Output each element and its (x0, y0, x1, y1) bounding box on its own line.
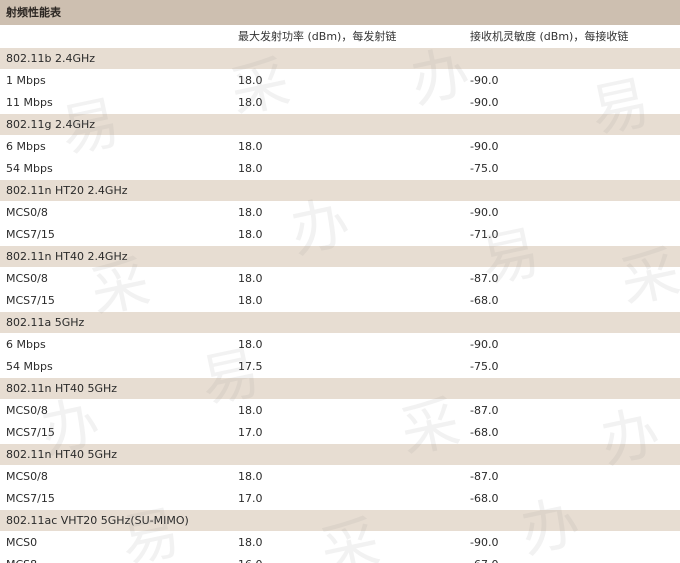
tx-power-cell: 18.0 (238, 294, 263, 307)
table-row: 11 Mbps 18.0 -90.0 (0, 92, 680, 114)
tx-power-cell: 18.0 (238, 404, 263, 417)
group-row: 802.11g 2.4GHz (0, 114, 680, 136)
tx-power-cell: 17.5 (238, 360, 263, 373)
group-label: 802.11n HT40 2.4GHz (6, 250, 128, 263)
group-label: 802.11n HT40 5GHz (6, 448, 118, 461)
rx-sensitivity-cell: -87.0 (470, 470, 499, 483)
header-max-tx-power: 最大发射功率 (dBm)，每发射链 (238, 30, 397, 43)
rx-sensitivity-cell: -90.0 (470, 140, 499, 153)
group-label: 802.11b 2.4GHz (6, 52, 96, 65)
tx-power-cell: 16.0 (238, 554, 263, 563)
rx-sensitivity-cell: -68.0 (470, 294, 499, 307)
rx-sensitivity-cell: -90.0 (470, 206, 499, 219)
group-row: 802.11n HT20 2.4GHz (0, 180, 680, 202)
rx-sensitivity-cell: -71.0 (470, 228, 499, 241)
table-row: MCS7/15 18.0 -71.0 (0, 224, 680, 246)
rate-cell: MCS7/15 (6, 492, 55, 505)
tx-power-cell: 18.0 (238, 74, 263, 87)
table-row: MCS0/8 18.0 -87.0 (0, 466, 680, 488)
tx-power-cell: 18.0 (238, 162, 263, 175)
tx-power-cell: 18.0 (238, 272, 263, 285)
table-row: 1 Mbps 18.0 -90.0 (0, 70, 680, 92)
rate-cell: 6 Mbps (6, 140, 46, 153)
table-row: 54 Mbps 18.0 -75.0 (0, 158, 680, 180)
group-row: 802.11b 2.4GHz (0, 48, 680, 70)
rate-cell: 6 Mbps (6, 338, 46, 351)
tx-power-cell: 18.0 (238, 96, 263, 109)
tx-power-cell: 18.0 (238, 338, 263, 351)
table-row: MCS7/15 18.0 -68.0 (0, 290, 680, 312)
rate-cell: MCS0/8 (6, 272, 48, 285)
group-row: 802.11n HT40 5GHz (0, 444, 680, 466)
rate-cell: MCS7/15 (6, 426, 55, 439)
table-row: 6 Mbps 18.0 -90.0 (0, 334, 680, 356)
group-row: 802.11ac VHT20 5GHz(SU-MIMO) (0, 510, 680, 532)
rx-sensitivity-cell: -90.0 (470, 96, 499, 109)
table-row: MCS7/15 17.0 -68.0 (0, 422, 680, 444)
table-row: MCS0/8 18.0 -87.0 (0, 268, 680, 290)
table-title: 射频性能表 (6, 6, 61, 19)
table-body: 802.11b 2.4GHz 1 Mbps 18.0 -90.0 11 Mbps 18.0… (0, 48, 680, 563)
table-row: 6 Mbps 18.0 -90.0 (0, 136, 680, 158)
tx-power-cell: 18.0 (238, 228, 263, 241)
rate-cell: 11 Mbps (6, 96, 53, 109)
table-row: 54 Mbps 17.5 -75.0 (0, 356, 680, 378)
rate-cell: MCS0/8 (6, 404, 48, 417)
rate-cell: MCS7/15 (6, 228, 55, 241)
rx-sensitivity-cell: -87.0 (470, 404, 499, 417)
tx-power-cell: 18.0 (238, 470, 263, 483)
group-label: 802.11g 2.4GHz (6, 118, 96, 131)
rx-sensitivity-cell: -75.0 (470, 360, 499, 373)
tx-power-cell: 18.0 (238, 536, 263, 549)
group-row: 802.11n HT40 5GHz (0, 378, 680, 400)
table-row: MCS8 16.0 -67.0 (0, 554, 680, 563)
rate-cell: 1 Mbps (6, 74, 46, 87)
table-row: MCS0/8 18.0 -90.0 (0, 202, 680, 224)
rate-cell: MCS0/8 (6, 470, 48, 483)
group-label: 802.11a 5GHz (6, 316, 85, 329)
group-label: 802.11n HT20 2.4GHz (6, 184, 128, 197)
tx-power-cell: 18.0 (238, 140, 263, 153)
tx-power-cell: 17.0 (238, 492, 263, 505)
table-title-row: 射频性能表 (0, 0, 680, 26)
rx-sensitivity-cell: -87.0 (470, 272, 499, 285)
rate-cell: MCS7/15 (6, 294, 55, 307)
rx-sensitivity-cell: -68.0 (470, 492, 499, 505)
rf-performance-table: 射频性能表 最大发射功率 (dBm)，每发射链 接收机灵敏度 (dBm)，每接收… (0, 0, 680, 563)
rate-cell: MCS0/8 (6, 206, 48, 219)
group-label: 802.11n HT40 5GHz (6, 382, 118, 395)
table-row: MCS0/8 18.0 -87.0 (0, 400, 680, 422)
rx-sensitivity-cell: -90.0 (470, 74, 499, 87)
group-label: 802.11ac VHT20 5GHz(SU-MIMO) (6, 514, 189, 527)
rx-sensitivity-cell: -90.0 (470, 338, 499, 351)
header-rx-sensitivity: 接收机灵敏度 (dBm)，每接收链 (470, 30, 629, 43)
rate-cell: MCS0 (6, 536, 38, 549)
group-row: 802.11a 5GHz (0, 312, 680, 334)
tx-power-cell: 18.0 (238, 206, 263, 219)
rx-sensitivity-cell: -68.0 (470, 426, 499, 439)
rate-cell: 54 Mbps (6, 360, 53, 373)
tx-power-cell: 17.0 (238, 426, 263, 439)
group-row: 802.11n HT40 2.4GHz (0, 246, 680, 268)
table-header-row: 最大发射功率 (dBm)，每发射链 接收机灵敏度 (dBm)，每接收链 (0, 26, 680, 48)
rx-sensitivity-cell: -67.0 (470, 554, 498, 563)
rate-cell: 54 Mbps (6, 162, 53, 175)
rate-cell: MCS8 (6, 554, 37, 563)
rx-sensitivity-cell: -90.0 (470, 536, 499, 549)
table-row: MCS7/15 17.0 -68.0 (0, 488, 680, 510)
table-row: MCS0 18.0 -90.0 (0, 532, 680, 554)
rx-sensitivity-cell: -75.0 (470, 162, 499, 175)
